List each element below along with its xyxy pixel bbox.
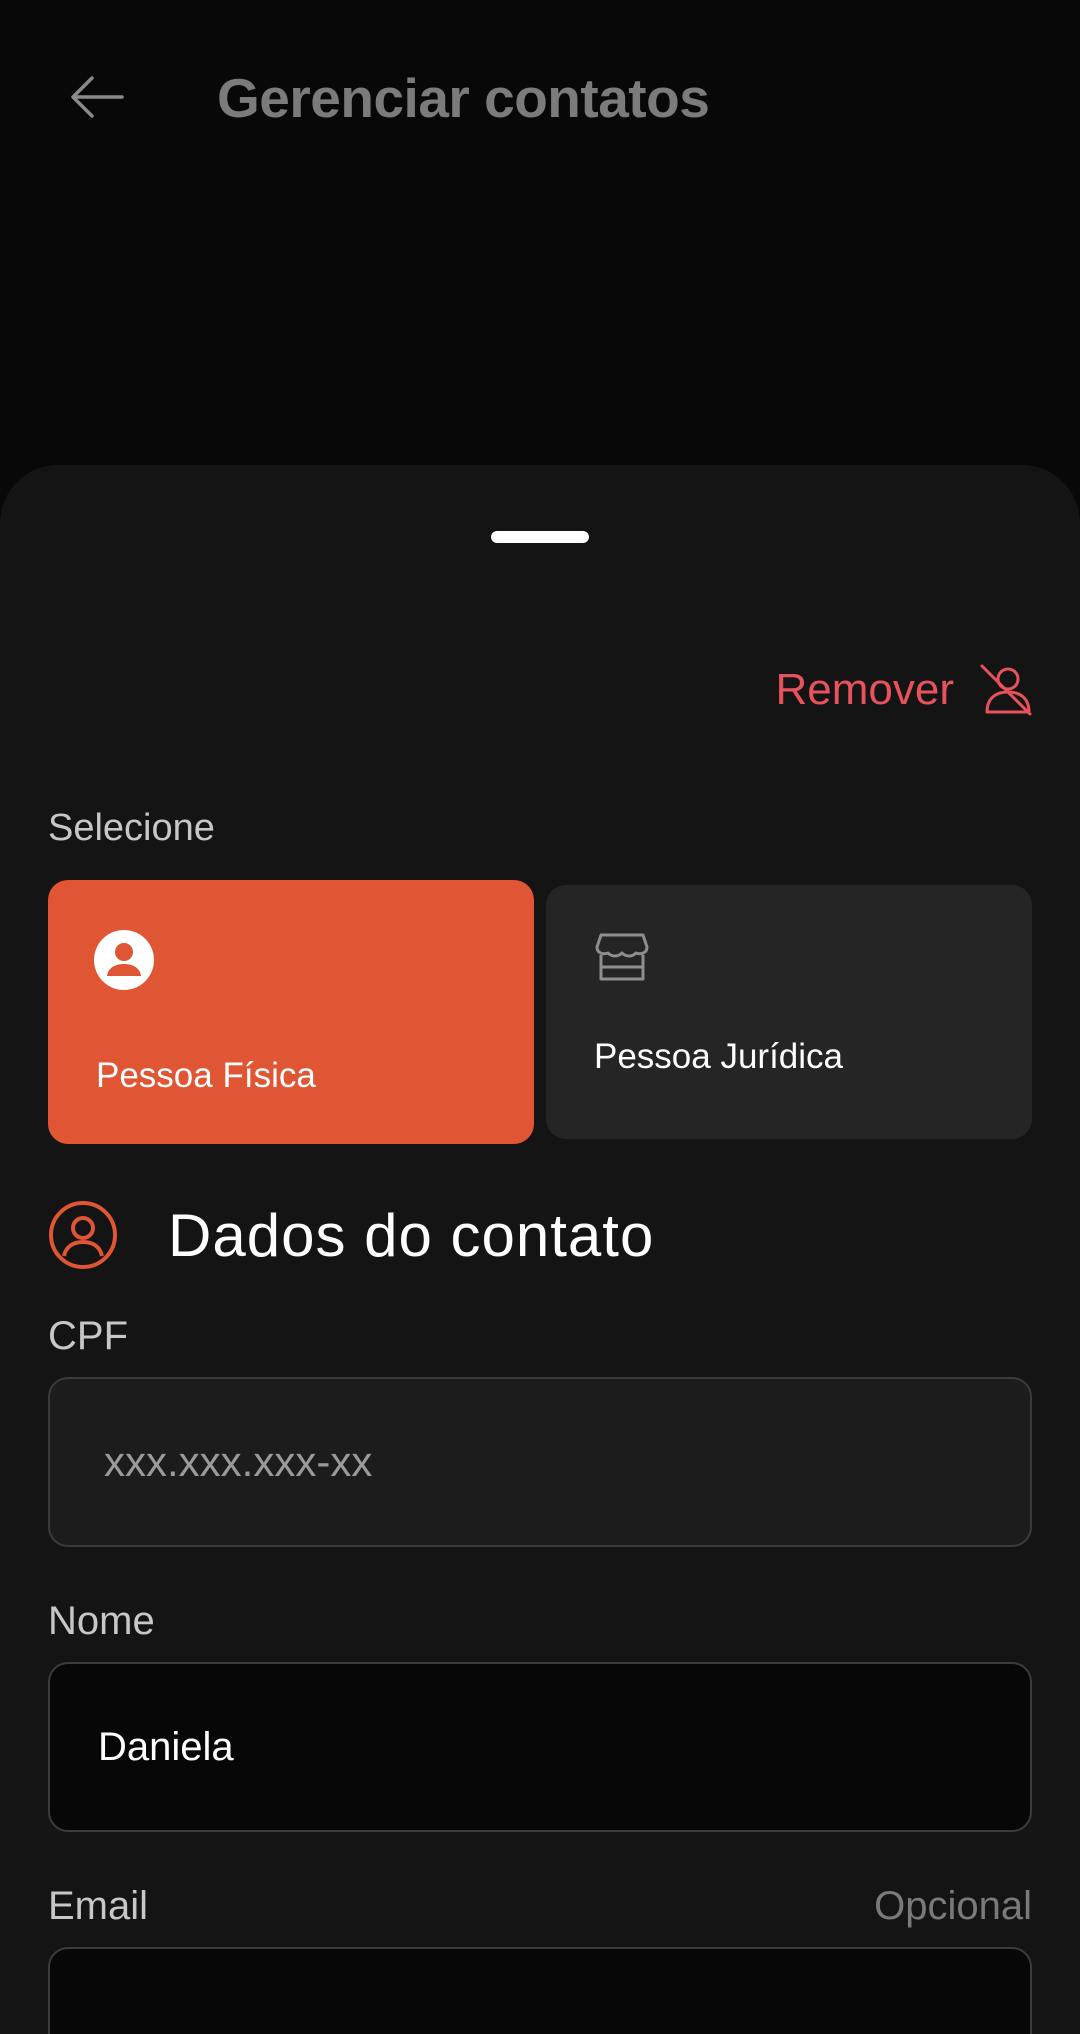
nome-input[interactable] (50, 1664, 1030, 1830)
section-title: Dados do contato (168, 1201, 655, 1269)
cpf-label: CPF (48, 1314, 128, 1358)
email-field-container (48, 1947, 1032, 2034)
bottom-sheet: Remover Selecione Pessoa Física Pessoa J… (0, 465, 1080, 2034)
pessoa-juridica-option[interactable]: Pessoa Jurídica (546, 885, 1032, 1139)
pessoa-juridica-label: Pessoa Jurídica (594, 1037, 844, 1076)
manage-contacts-screen: Gerenciar contatos Remover Selecione Pes… (0, 0, 1080, 2034)
back-button[interactable] (60, 60, 134, 134)
email-label: Email (48, 1884, 149, 1928)
section-header: Dados do contato (48, 1190, 654, 1280)
cpf-field-container (48, 1377, 1032, 1547)
user-circle-outline-icon (49, 1201, 117, 1269)
email-optional-label: Opcional (874, 1884, 1032, 1928)
app-header: Gerenciar contatos (0, 0, 1080, 200)
cpf-input[interactable] (50, 1379, 1030, 1545)
storefront-icon (595, 933, 649, 981)
arrow-left-icon (71, 76, 124, 118)
pessoa-fisica-label: Pessoa Física (96, 1056, 316, 1095)
email-input[interactable] (50, 1949, 1030, 2034)
pessoa-fisica-option[interactable]: Pessoa Física (48, 880, 534, 1144)
user-remove-icon (980, 664, 1032, 716)
nome-field-container (48, 1662, 1032, 1832)
select-label: Selecione (48, 807, 215, 849)
user-circle-icon (94, 930, 154, 990)
page-title: Gerenciar contatos (217, 67, 710, 129)
sheet-drag-handle[interactable] (491, 531, 589, 543)
remove-label: Remover (775, 665, 955, 714)
remove-contact-button[interactable]: Remover (776, 655, 1035, 725)
nome-label: Nome (48, 1599, 155, 1643)
